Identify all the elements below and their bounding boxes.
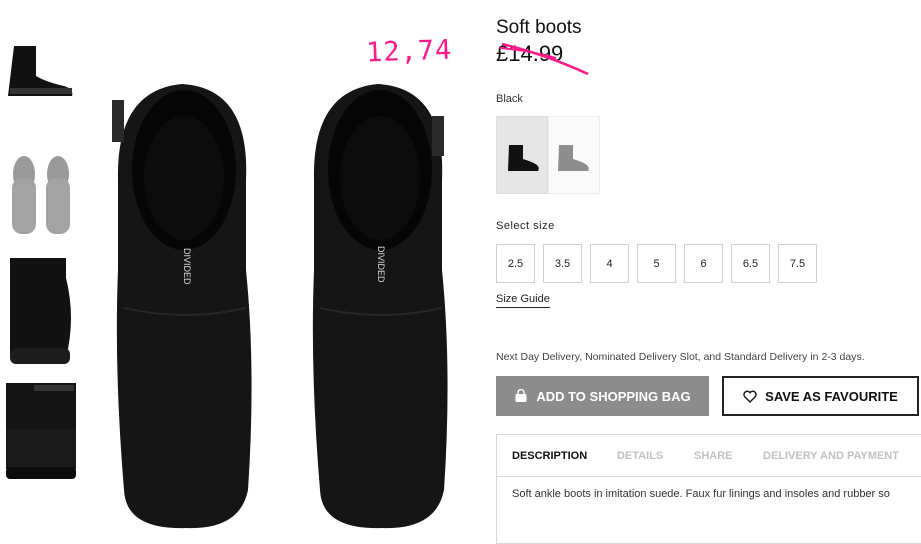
thumbnail-detail[interactable]	[6, 383, 76, 483]
handwritten-price-note: 12,74	[365, 34, 453, 69]
selected-color-label: Black	[496, 93, 523, 105]
size-option[interactable]: 5	[637, 244, 676, 283]
size-option[interactable]: 3.5	[543, 244, 582, 283]
strikethrough-scribble	[499, 42, 589, 76]
tab-details[interactable]: DETAILS	[617, 450, 663, 462]
size-option[interactable]: 4	[590, 244, 629, 283]
add-to-bag-label: ADD TO SHOPPING BAG	[536, 388, 691, 404]
size-option[interactable]: 6.5	[731, 244, 770, 283]
thumbnail-side-view[interactable]	[6, 42, 76, 98]
size-options: 2.5 3.5 4 5 6 6.5 7.5	[496, 244, 817, 283]
add-to-bag-button[interactable]: ADD TO SHOPPING BAG	[496, 376, 709, 416]
thumbnail-top-view[interactable]	[6, 148, 76, 236]
tab-description[interactable]: DESCRIPTION	[512, 450, 587, 462]
size-option[interactable]: 2.5	[496, 244, 535, 283]
save-favourite-button[interactable]: SAVE AS FAVOURITE	[722, 376, 919, 416]
boot-brand-label-left: DIVIDED	[182, 248, 192, 285]
size-guide-link[interactable]: Size Guide	[496, 293, 550, 308]
select-size-label: Select size	[496, 220, 555, 232]
shopping-bag-icon	[515, 389, 527, 402]
thumbnail-closeup[interactable]	[6, 258, 76, 366]
heart-icon	[743, 390, 757, 403]
grey-boot-swatch-icon	[558, 145, 589, 171]
product-description: Soft ankle boots in imitation suede. Fau…	[512, 488, 890, 500]
product-main-image: DIVIDED DIVIDED	[112, 84, 448, 529]
tab-share[interactable]: SHARE	[694, 450, 733, 462]
save-favourite-label: SAVE AS FAVOURITE	[765, 388, 898, 404]
tab-delivery-and-payment[interactable]: DELIVERY AND PAYMENT	[763, 450, 899, 462]
info-tabs: DESCRIPTION DETAILS SHARE DELIVERY AND P…	[497, 435, 921, 477]
color-swatch-grey[interactable]	[548, 116, 600, 194]
size-option[interactable]: 6	[684, 244, 723, 283]
boot-brand-label-right: DIVIDED	[376, 246, 386, 283]
color-swatch-black[interactable]	[496, 116, 548, 194]
black-boot-swatch-icon	[508, 145, 539, 171]
product-info-panel: DESCRIPTION DETAILS SHARE DELIVERY AND P…	[496, 434, 921, 544]
thumbnail-strip	[0, 0, 80, 537]
size-option[interactable]: 7.5	[778, 244, 817, 283]
delivery-note: Next Day Delivery, Nominated Delivery Sl…	[496, 351, 865, 363]
